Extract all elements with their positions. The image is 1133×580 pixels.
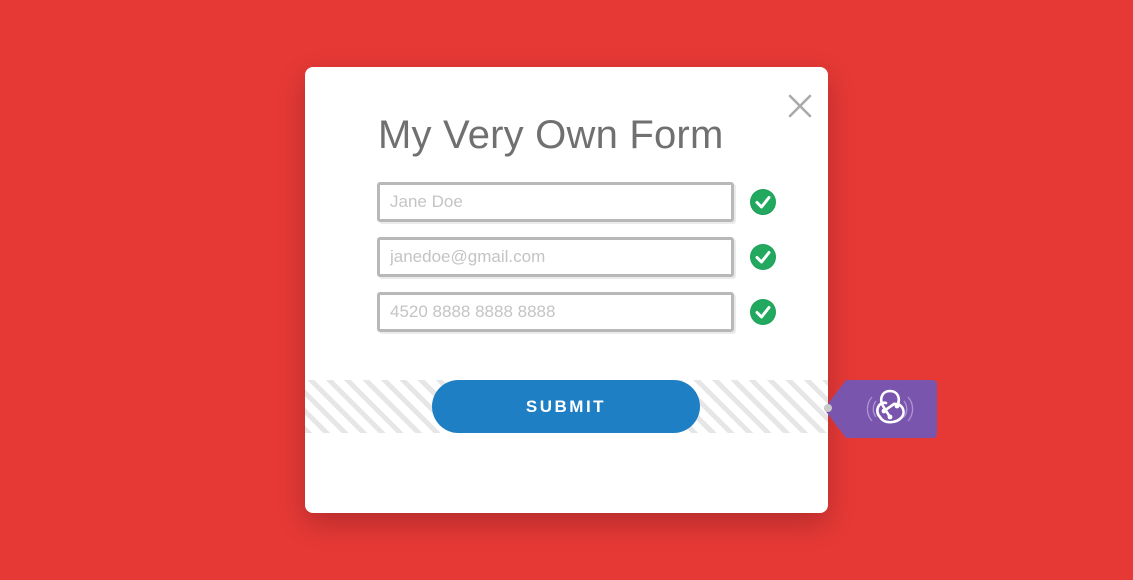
close-icon[interactable] (783, 89, 817, 123)
name-field-row (377, 182, 787, 222)
redux-logo-icon (824, 380, 937, 438)
card-number-field-row (377, 292, 787, 332)
email-field-row (377, 237, 787, 277)
submit-button[interactable]: SUBMIT (432, 380, 700, 433)
name-input[interactable] (377, 182, 734, 222)
checkmark-icon (750, 244, 776, 270)
form-dialog: My Very Own Form SUBMIT (305, 67, 828, 513)
checkmark-icon (750, 189, 776, 215)
card-number-input[interactable] (377, 292, 734, 332)
checkmark-icon (750, 299, 776, 325)
email-input[interactable] (377, 237, 734, 277)
form-title: My Very Own Form (378, 113, 724, 157)
